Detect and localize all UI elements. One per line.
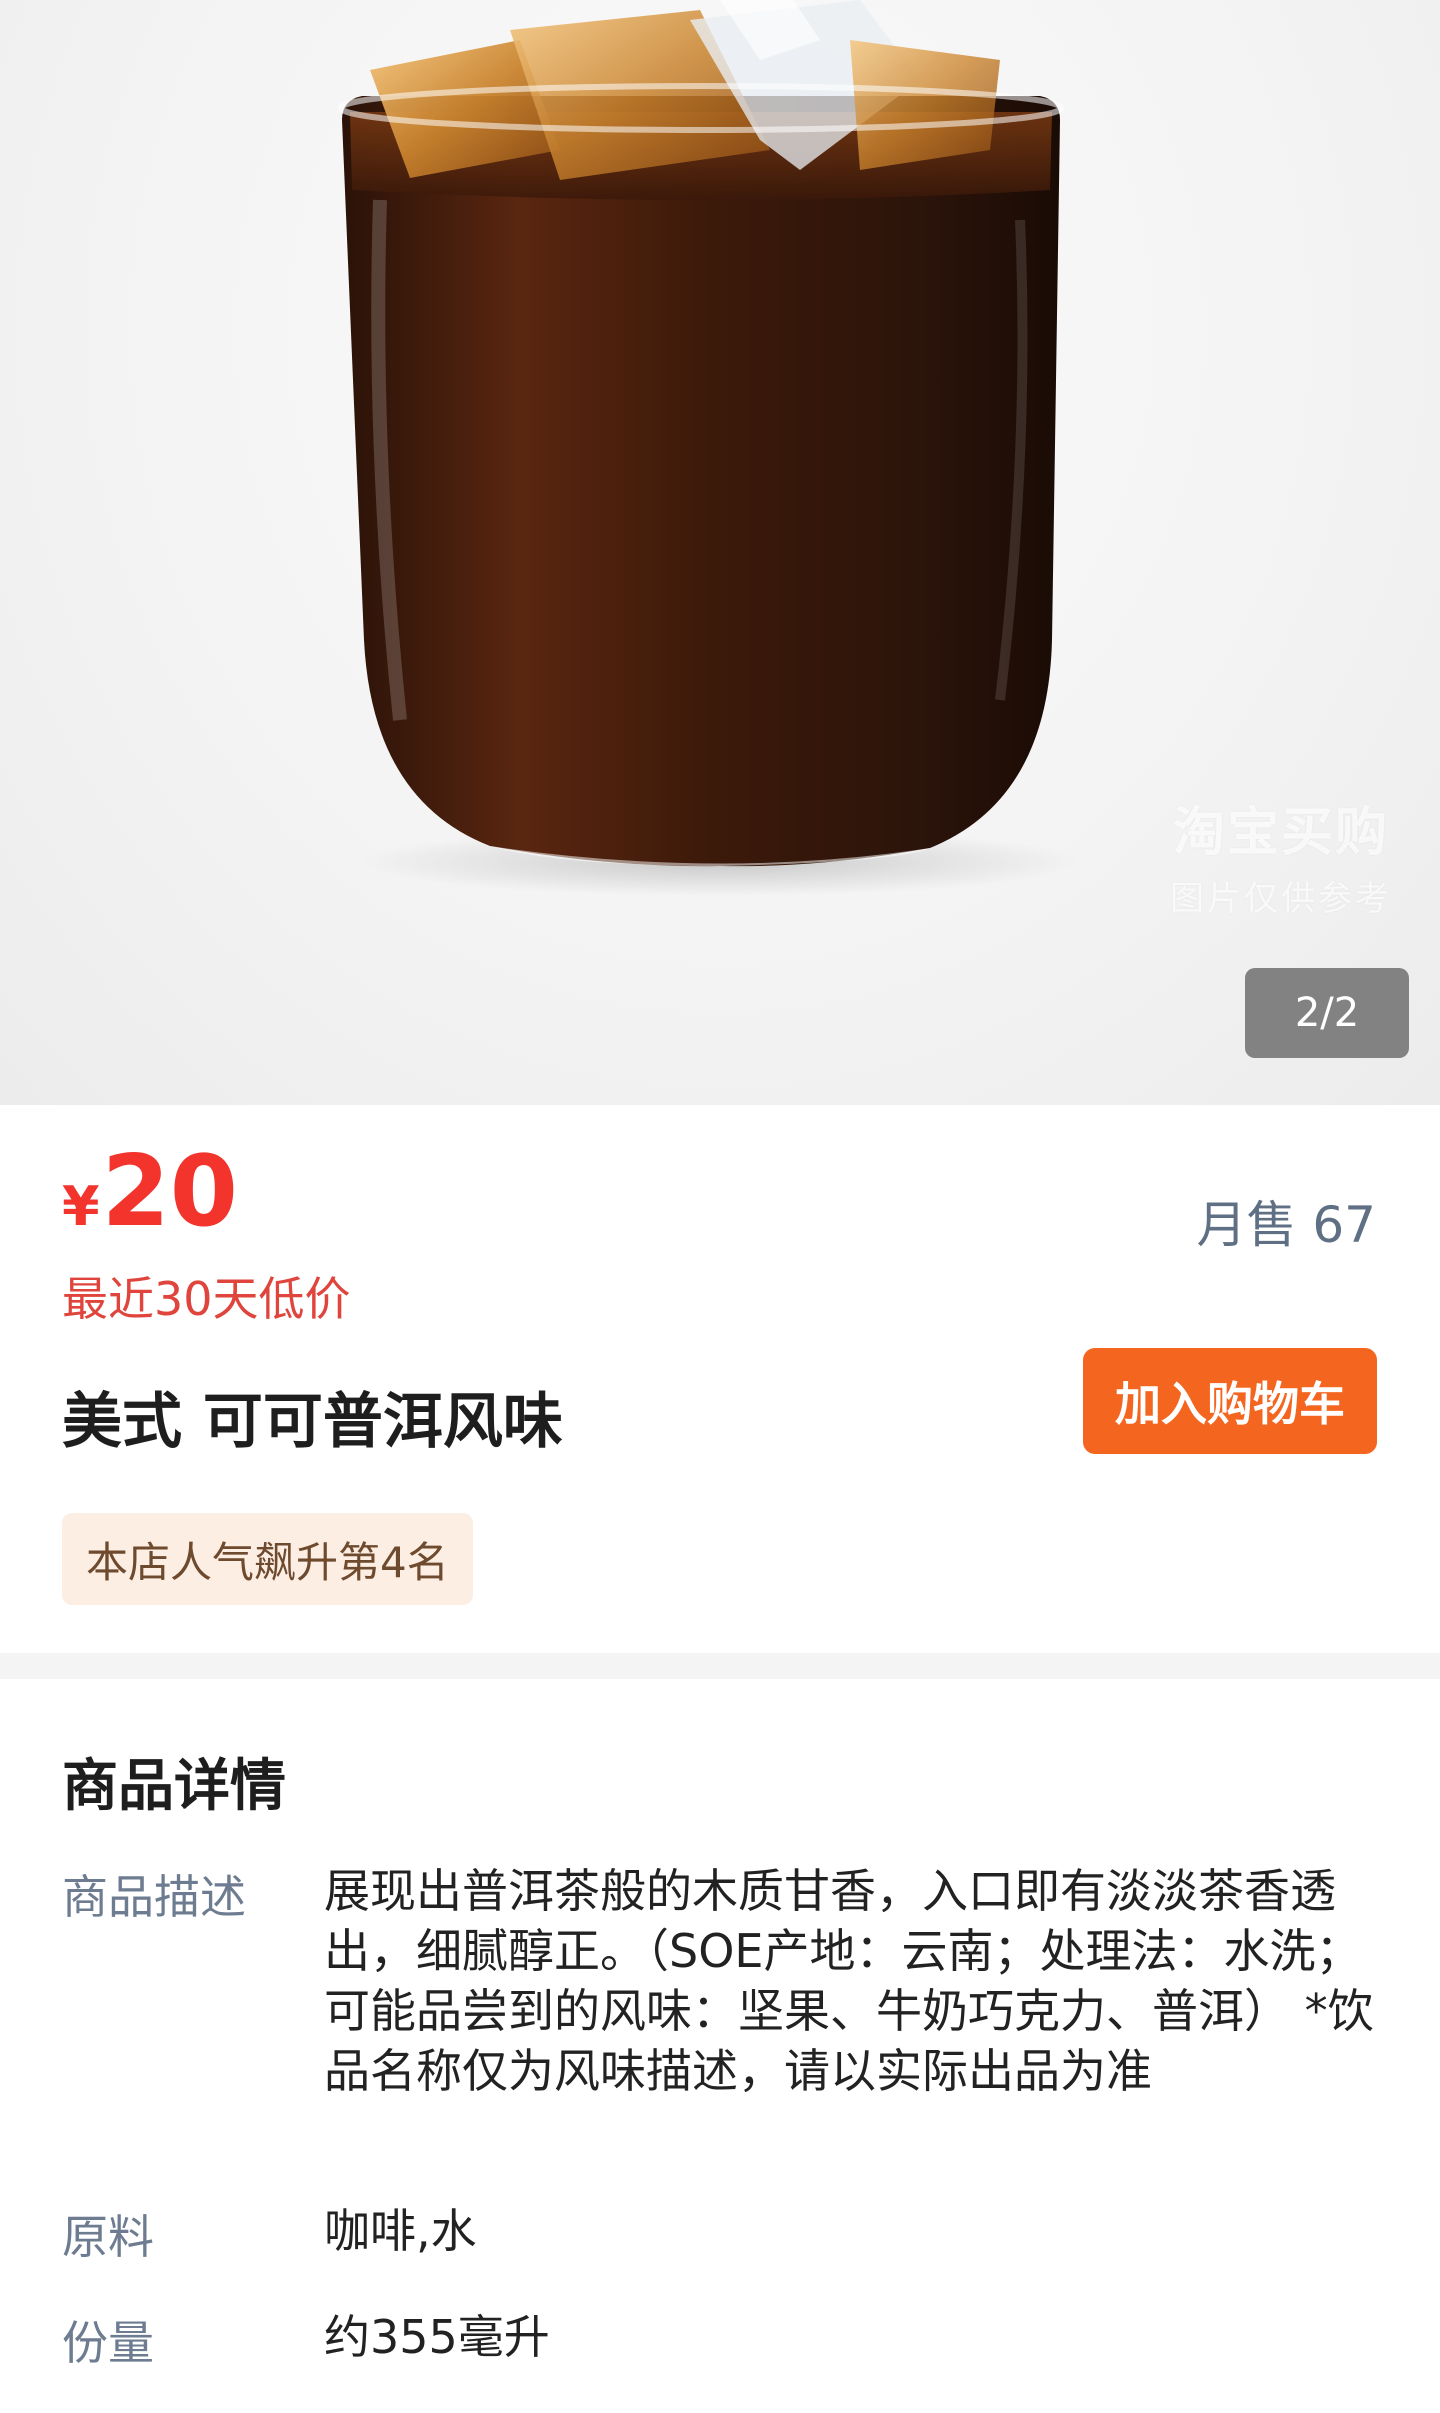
description-label: 商品描述 xyxy=(62,1870,246,1924)
watermark: 淘宝买购 图片仅供参考 xyxy=(1170,790,1392,920)
product-details-section: 商品详情 商品描述 展现出普洱茶般的木质甘香，入口即有淡淡茶香透出，细腻醇正。（… xyxy=(0,1679,1440,2413)
product-image[interactable]: 淘宝买购 图片仅供参考 2/2 xyxy=(0,0,1440,1105)
portion-value: 约355毫升 xyxy=(324,2310,550,2364)
add-to-cart-button[interactable]: 加入购物车 xyxy=(1083,1348,1377,1454)
price-amount: 20 xyxy=(101,1135,238,1249)
section-divider xyxy=(0,1653,1440,1679)
price: ¥ 20 xyxy=(62,1143,238,1241)
product-info-card: ¥ 20 月售 67 最近30天低价 美式 可可普洱风味 加入购物车 本店人气飙… xyxy=(0,1105,1440,1653)
price-currency: ¥ xyxy=(62,1175,100,1238)
popularity-rank-badge[interactable]: 本店人气飙升第4名 xyxy=(62,1513,473,1605)
monthly-sales: 月售 67 xyxy=(1196,1196,1376,1254)
details-title: 商品详情 xyxy=(62,1754,286,1819)
watermark-line-2: 图片仅供参考 xyxy=(1170,879,1392,919)
ingredients-label: 原料 xyxy=(62,2210,154,2264)
low-price-note: 最近30天低价 xyxy=(62,1272,351,1326)
product-name: 美式 可可普洱风味 xyxy=(62,1387,563,1457)
watermark-line-1: 淘宝买购 xyxy=(1172,803,1389,863)
image-counter: 2/2 xyxy=(1245,968,1409,1058)
description-value: 展现出普洱茶般的木质甘香，入口即有淡淡茶香透出，细腻醇正。（SOE产地：云南；处… xyxy=(324,1864,1374,2098)
portion-label: 份量 xyxy=(62,2316,154,2370)
iced-coffee-glass-illustration xyxy=(338,0,1080,896)
ingredients-value: 咖啡,水 xyxy=(324,2204,477,2258)
